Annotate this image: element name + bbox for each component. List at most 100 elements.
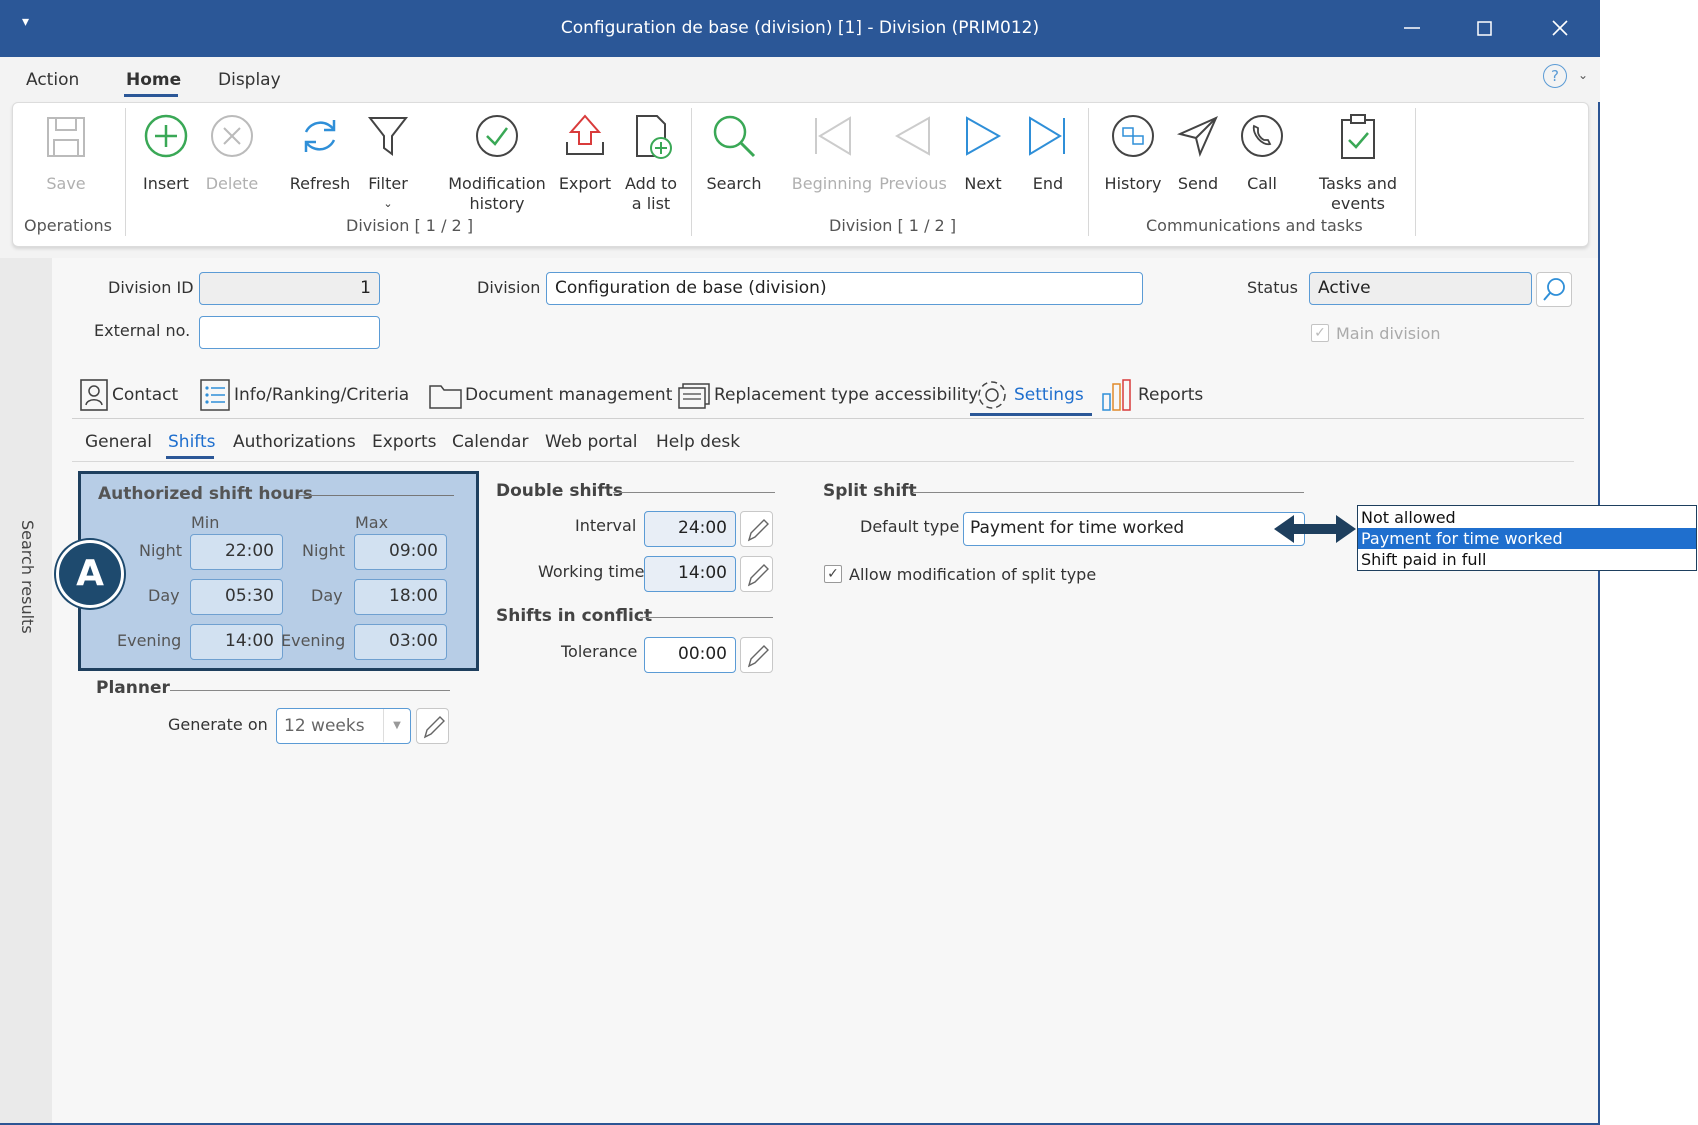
- save-button[interactable]: Save: [34, 112, 98, 193]
- previous-button[interactable]: Previous: [876, 112, 950, 193]
- beginning-button[interactable]: Beginning: [788, 112, 876, 193]
- subtab-help-desk[interactable]: Help desk: [656, 432, 740, 452]
- default-type-label: Default type: [860, 517, 960, 536]
- maximize-button[interactable]: [1465, 10, 1505, 46]
- division-id-field[interactable]: 1: [199, 272, 380, 305]
- division-group-label: Division [ 1 / 2 ]: [346, 216, 474, 235]
- status-search-button[interactable]: [1536, 272, 1572, 307]
- minimize-icon: [1404, 27, 1420, 29]
- callout-badge-a: A: [56, 540, 124, 608]
- end-button[interactable]: End: [1016, 112, 1080, 193]
- min-day-field[interactable]: 05:30: [190, 579, 283, 615]
- min-night-field[interactable]: 22:00: [190, 534, 283, 570]
- insert-button[interactable]: Insert: [134, 112, 198, 193]
- authorized-shift-hours-title: Authorized shift hours: [98, 484, 313, 504]
- status-field[interactable]: Active: [1309, 272, 1532, 305]
- search-button[interactable]: Search: [700, 112, 768, 193]
- subtab-web-portal[interactable]: Web portal: [545, 432, 637, 452]
- add-to-list-button[interactable]: Add to a list: [618, 112, 684, 213]
- min-evening-label: Evening: [117, 631, 182, 650]
- filter-dropdown-icon: ⌄: [383, 197, 393, 210]
- ribbon-collapse-icon[interactable]: ⌄: [1578, 68, 1588, 82]
- help-icon: ?: [1551, 67, 1559, 85]
- tab-settings[interactable]: Settings: [974, 378, 1084, 412]
- max-night-label: Night: [302, 541, 345, 560]
- tolerance-field[interactable]: 00:00: [644, 637, 736, 673]
- subtab-calendar[interactable]: Calendar: [452, 432, 528, 452]
- add-to-list-icon: [636, 115, 672, 159]
- search-results-sidebar[interactable]: Search results: [0, 258, 52, 1123]
- tolerance-edit-button[interactable]: [740, 637, 773, 673]
- menu-display[interactable]: Display: [218, 70, 281, 90]
- max-day-label: Day: [311, 586, 343, 605]
- ribbon-separator: [1415, 108, 1416, 236]
- tab-document-management[interactable]: Document management: [427, 378, 672, 412]
- send-button[interactable]: Send: [1168, 112, 1228, 193]
- tab-document-label: Document management: [465, 385, 673, 405]
- bar-chart-icon: [1102, 379, 1131, 411]
- dropdown-option-not-allowed[interactable]: Not allowed: [1358, 507, 1696, 528]
- planner-title: Planner: [96, 678, 170, 698]
- external-no-field[interactable]: [199, 316, 380, 349]
- shifts-in-conflict-title: Shifts in conflict: [496, 606, 653, 626]
- max-day-field[interactable]: 18:00: [354, 579, 447, 615]
- help-button[interactable]: ?: [1543, 64, 1567, 88]
- external-no-label: External no.: [94, 321, 191, 340]
- min-evening-field[interactable]: 14:00: [190, 624, 283, 660]
- list-icon: [200, 379, 230, 411]
- double-arrow-icon: [1274, 515, 1356, 543]
- export-button[interactable]: Export: [554, 112, 616, 193]
- modification-history-button[interactable]: Modification history: [442, 112, 552, 213]
- tab-replacement-type-accessibility[interactable]: Replacement type accessibility: [676, 378, 978, 412]
- menu-action[interactable]: Action: [26, 70, 79, 90]
- default-type-value: Payment for time worked: [970, 518, 1185, 538]
- search-results-label: Search results: [18, 520, 37, 634]
- working-time-edit-button[interactable]: [740, 556, 773, 592]
- previous-icon: [894, 116, 930, 156]
- allow-modification-checkbox[interactable]: ✓: [824, 565, 842, 583]
- subtab-exports[interactable]: Exports: [372, 432, 437, 452]
- subtab-shifts[interactable]: Shifts: [168, 432, 216, 452]
- refresh-button[interactable]: Refresh: [284, 112, 356, 193]
- tasks-and-events-button[interactable]: Tasks and events: [1312, 112, 1404, 213]
- max-night-field[interactable]: 09:00: [354, 534, 447, 570]
- maximize-icon: [1477, 21, 1492, 36]
- next-button[interactable]: Next: [950, 112, 1016, 193]
- working-time-field[interactable]: 14:00: [644, 556, 736, 592]
- division-id-label: Division ID: [108, 278, 194, 297]
- tab-contact[interactable]: Contact: [78, 378, 178, 412]
- default-type-select[interactable]: Payment for time worked: [963, 512, 1305, 546]
- contact-card-icon: [80, 379, 108, 411]
- menu-home[interactable]: Home: [126, 70, 181, 90]
- phone-icon: [1241, 115, 1283, 157]
- tab-reports[interactable]: Reports: [1100, 378, 1203, 412]
- delete-button[interactable]: Delete: [200, 112, 264, 193]
- division-name-field[interactable]: Configuration de base (division): [546, 272, 1143, 305]
- dropdown-option-payment-for-time-worked[interactable]: Payment for time worked: [1358, 528, 1696, 549]
- dropdown-option-shift-paid-in-full[interactable]: Shift paid in full: [1358, 549, 1696, 570]
- generate-on-edit-button[interactable]: [416, 708, 449, 744]
- subtab-general[interactable]: General: [85, 432, 152, 452]
- close-button[interactable]: [1540, 10, 1580, 46]
- generate-on-select[interactable]: 12 weeks ▼: [276, 708, 411, 744]
- max-evening-field[interactable]: 03:00: [354, 624, 447, 660]
- history-button[interactable]: History: [1098, 112, 1168, 193]
- generate-on-label: Generate on: [168, 715, 268, 734]
- first-record-icon: [815, 116, 851, 156]
- minimize-button[interactable]: [1392, 10, 1432, 46]
- interval-field[interactable]: 24:00: [644, 511, 736, 547]
- call-button[interactable]: Call: [1232, 112, 1292, 193]
- split-shift-title: Split shift: [823, 481, 917, 501]
- history-check-icon: [476, 115, 518, 157]
- interval-label: Interval: [575, 516, 637, 535]
- interval-edit-button[interactable]: [740, 511, 773, 547]
- export-icon: [566, 114, 604, 155]
- tab-settings-label: Settings: [1014, 385, 1084, 405]
- tab-info-ranking-criteria[interactable]: Info/Ranking/Criteria: [198, 378, 409, 412]
- main-division-checkbox[interactable]: ✓: [1311, 324, 1329, 342]
- subtab-authorizations[interactable]: Authorizations: [233, 432, 356, 452]
- subtabs-divider: [72, 461, 1574, 462]
- filter-button[interactable]: Filter ⌄: [356, 112, 420, 210]
- default-type-dropdown-list: Not allowed Payment for time worked Shif…: [1357, 505, 1697, 571]
- pencil-icon: [747, 519, 769, 542]
